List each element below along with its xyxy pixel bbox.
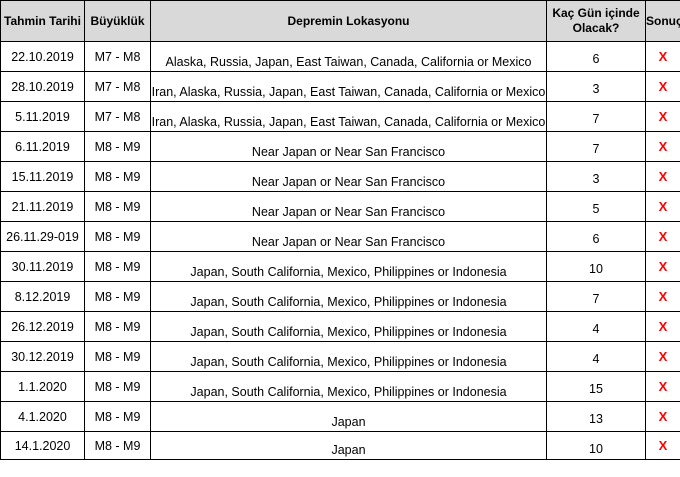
result-x-mark: X: [645, 131, 680, 162]
cell-days: 10: [546, 251, 646, 282]
cell-date: 30.12.2019: [0, 341, 85, 372]
cell-magnitude: M7 - M8: [84, 71, 151, 102]
cell-date: 4.1.2020: [0, 401, 85, 432]
result-x-mark: X: [645, 401, 680, 432]
result-x-mark: X: [645, 41, 680, 72]
cell-magnitude: M8 - M9: [84, 221, 151, 252]
cell-magnitude: M8 - M9: [84, 401, 151, 432]
header-days: Kaç Gün içinde Olacak?: [546, 0, 646, 42]
result-x-mark: X: [645, 161, 680, 192]
cell-location: Iran, Alaska, Russia, Japan, East Taiwan…: [150, 71, 547, 102]
cell-location: Japan: [150, 401, 547, 432]
header-row: Tahmin Tarihi Büyüklük Depremin Lokasyon…: [0, 0, 680, 42]
header-result: Sonuç: [645, 0, 680, 42]
table-row: 8.12.2019 M8 - M9 Japan, South California,…: [0, 281, 680, 312]
cell-date: 1.1.2020: [0, 371, 85, 402]
cell-date: 5.11.2019: [0, 101, 85, 132]
cell-days: 4: [546, 311, 646, 342]
result-x-mark: X: [645, 191, 680, 222]
cell-days: 5: [546, 191, 646, 222]
cell-date: 21.11.2019: [0, 191, 85, 222]
cell-magnitude: M8 - M9: [84, 371, 151, 402]
cell-magnitude: M8 - M9: [84, 341, 151, 372]
cell-days: 15: [546, 371, 646, 402]
cell-date: 26.11.29-019: [0, 221, 85, 252]
cell-location: Alaska, Russia, Japan, East Taiwan, Cana…: [150, 41, 547, 72]
table-row: 15.11.2019 M8 - M9 Near Japan or Near San …: [0, 161, 680, 192]
cell-magnitude: M8 - M9: [84, 131, 151, 162]
result-x-mark: X: [645, 221, 680, 252]
result-x-mark: X: [645, 101, 680, 132]
table-row: 28.10.2019 M7 - M8 Iran, Alaska, Russia, J…: [0, 71, 680, 102]
cell-location: Japan, South California, Mexico, Philipp…: [150, 371, 547, 402]
cell-date: 14.1.2020: [0, 431, 85, 460]
cell-magnitude: M8 - M9: [84, 431, 151, 460]
cell-days: 3: [546, 161, 646, 192]
cell-date: 30.11.2019: [0, 251, 85, 282]
table-row: 21.11.2019 M8 - M9 Near Japan or Near San …: [0, 191, 680, 222]
cell-days: 7: [546, 101, 646, 132]
result-x-mark: X: [645, 71, 680, 102]
result-x-mark: X: [645, 251, 680, 282]
cell-magnitude: M7 - M8: [84, 41, 151, 72]
cell-location: Japan, South California, Mexico, Philipp…: [150, 251, 547, 282]
cell-days: 6: [546, 221, 646, 252]
cell-days: 13: [546, 401, 646, 432]
cell-magnitude: M8 - M9: [84, 311, 151, 342]
cell-location: Japan, South California, Mexico, Philipp…: [150, 311, 547, 342]
header-date: Tahmin Tarihi: [0, 0, 85, 42]
cell-days: 7: [546, 131, 646, 162]
table-row: 26.11.29-019 M8 - M9 Near Japan or Near Sa…: [0, 221, 680, 252]
cell-days: 10: [546, 431, 646, 460]
table-row: 30.12.2019 M8 - M9 Japan, South California…: [0, 341, 680, 372]
result-x-mark: X: [645, 311, 680, 342]
cell-location: Near Japan or Near San Francisco: [150, 161, 547, 192]
cell-location: Iran, Alaska, Russia, Japan, East Taiwan…: [150, 101, 547, 132]
cell-date: 6.11.2019: [0, 131, 85, 162]
cell-location: Near Japan or Near San Francisco: [150, 221, 547, 252]
table-row: 26.12.2019 M8 - M9 Japan, South California…: [0, 311, 680, 342]
result-x-mark: X: [645, 341, 680, 372]
table-row: 30.11.2019 M8 - M9 Japan, South California…: [0, 251, 680, 282]
prediction-table: Tahmin Tarihi Büyüklük Depremin Lokasyon…: [0, 0, 680, 460]
cell-location: Japan, South California, Mexico, Philipp…: [150, 281, 547, 312]
cell-magnitude: M8 - M9: [84, 161, 151, 192]
result-x-mark: X: [645, 281, 680, 312]
result-x-mark: X: [645, 431, 680, 460]
cell-date: 28.10.2019: [0, 71, 85, 102]
header-magnitude: Büyüklük: [84, 0, 151, 42]
header-location: Depremin Lokasyonu: [150, 0, 547, 42]
cell-days: 6: [546, 41, 646, 72]
cell-days: 3: [546, 71, 646, 102]
cell-location: Japan, South California, Mexico, Philipp…: [150, 341, 547, 372]
table-row: 1.1.2020 M8 - M9 Japan, South California, …: [0, 371, 680, 402]
cell-location: Near Japan or Near San Francisco: [150, 131, 547, 162]
cell-days: 7: [546, 281, 646, 312]
table-row: 4.1.2020 M8 - M9 Japan 13 X: [0, 401, 680, 432]
cell-location: Near Japan or Near San Francisco: [150, 191, 547, 222]
cell-date: 15.11.2019: [0, 161, 85, 192]
cell-location: Japan: [150, 431, 547, 460]
table-row: 22.10.2019 M7 - M8 Alaska, Russia, Japan, …: [0, 41, 680, 72]
cell-days: 4: [546, 341, 646, 372]
result-x-mark: X: [645, 371, 680, 402]
cell-date: 8.12.2019: [0, 281, 85, 312]
cell-magnitude: M8 - M9: [84, 251, 151, 282]
cell-magnitude: M8 - M9: [84, 191, 151, 222]
table-row: 14.1.2020 M8 - M9 Japan 10 X: [0, 431, 680, 460]
cell-magnitude: M7 - M8: [84, 101, 151, 132]
cell-magnitude: M8 - M9: [84, 281, 151, 312]
cell-date: 26.12.2019: [0, 311, 85, 342]
cell-date: 22.10.2019: [0, 41, 85, 72]
table-row: 6.11.2019 M8 - M9 Near Japan or Near San F…: [0, 131, 680, 162]
table-row: 5.11.2019 M7 - M8 Iran, Alaska, Russia, Ja…: [0, 101, 680, 132]
